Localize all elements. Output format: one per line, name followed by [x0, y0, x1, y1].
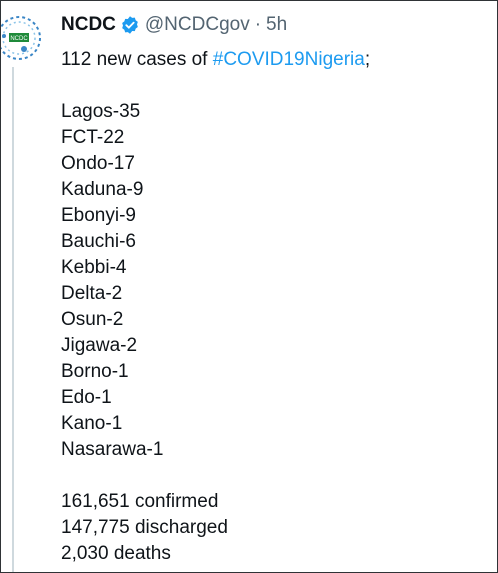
ncdc-logo-icon: NCDC	[1, 16, 41, 60]
state-line-ebonyi: Ebonyi-9	[61, 205, 136, 226]
state-line-nasarawa: Nasarawa-1	[61, 439, 164, 460]
state-line-bauchi: Bauchi-6	[61, 231, 136, 252]
state-line-kano: Kano-1	[61, 413, 123, 434]
state-line-kebbi: Kebbi-4	[61, 257, 127, 278]
state-line-kaduna: Kaduna-9	[61, 179, 144, 200]
avatar-logo-text: NCDC	[10, 36, 28, 42]
state-line-delta: Delta-2	[61, 283, 123, 304]
state-line-ondo: Ondo-17	[61, 153, 135, 174]
author-handle[interactable]: @NCDCgov	[145, 14, 250, 36]
state-line-jigawa: Jigawa-2	[61, 335, 138, 356]
tweet-text: 112 new cases of #COVID19Nigeria; Lagos-…	[61, 47, 487, 567]
separator-dot: ·	[254, 14, 262, 35]
tweet-card[interactable]: NCDC NCDC @NCDCgov · 5h 112 new cases of…	[0, 0, 498, 573]
tweet-timestamp[interactable]: 5h	[266, 14, 287, 36]
state-line-osun: Osun-2	[61, 309, 124, 330]
discharged-total: 147,775 discharged	[61, 517, 228, 538]
tweet-header: NCDC @NCDCgov · 5h	[61, 13, 487, 37]
deaths-total: 2,030 deaths	[61, 543, 171, 564]
state-line-lagos: Lagos-35	[61, 101, 141, 122]
thread-line	[12, 67, 14, 572]
state-line-edo: Edo-1	[61, 387, 112, 408]
verified-badge-icon	[120, 15, 140, 35]
intro-line: 112 new cases of #COVID19Nigeria;	[61, 47, 487, 73]
intro-text: 112 new cases of	[61, 49, 213, 70]
tweet-body: NCDC @NCDCgov · 5h 112 new cases of #COV…	[61, 13, 487, 567]
avatar[interactable]: NCDC	[1, 14, 43, 62]
intro-suffix: ;	[364, 49, 371, 70]
confirmed-total: 161,651 confirmed	[61, 491, 219, 512]
state-line-fct: FCT-22	[61, 127, 125, 148]
hashtag-link[interactable]: #COVID19Nigeria	[213, 49, 365, 70]
state-line-borno: Borno-1	[61, 361, 129, 382]
author-name[interactable]: NCDC	[61, 14, 116, 36]
